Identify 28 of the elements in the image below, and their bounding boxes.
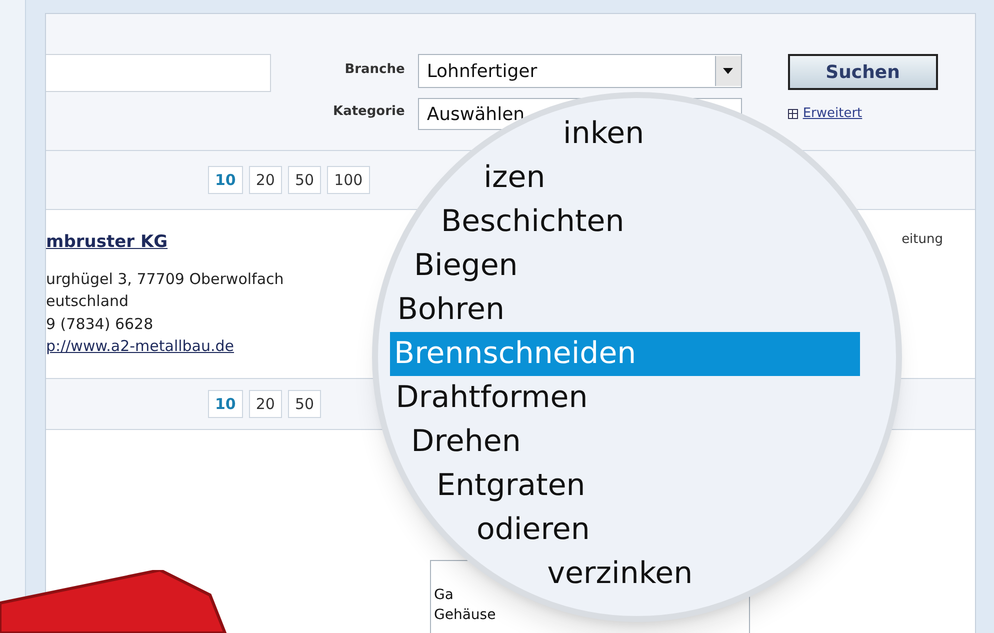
magnified-option[interactable]: verzinken — [543, 552, 697, 596]
magnified-option[interactable]: Entgraten — [432, 464, 590, 508]
dropdown[interactable]: Lohnfertiger — [418, 54, 742, 88]
search-field[interactable] — [46, 54, 271, 92]
page-size-button[interactable]: 20 — [248, 390, 282, 418]
caret-icon — [714, 56, 741, 86]
magnified-option[interactable]: Beschichten — [437, 200, 628, 244]
address-text: urghügel 3, 77709 Oberwolfach — [46, 268, 285, 290]
magnified-option[interactable]: Bohren — [393, 288, 508, 332]
page-size-button[interactable]: 50 — [288, 390, 322, 418]
table-cell-text: eitung — [902, 231, 943, 249]
phone-text: 9 (7834) 6628 — [46, 314, 154, 334]
page-size-button[interactable]: 50 — [288, 166, 322, 194]
expand-icon — [788, 108, 798, 119]
magnified-option[interactable]: odieren — [472, 508, 594, 552]
field-label: Branche — [344, 61, 405, 80]
magnified-option[interactable]: Drehen — [407, 420, 525, 464]
magnified-option[interactable]: Biegen — [410, 244, 522, 288]
country-text: eutschland — [46, 291, 130, 312]
page-size-button[interactable]: 100 — [327, 166, 370, 194]
page-size-button[interactable]: 10 — [208, 390, 243, 418]
page-size-button[interactable]: 10 — [208, 166, 243, 194]
page-size-button[interactable]: 20 — [248, 166, 282, 194]
field-label: Kategorie — [333, 103, 405, 122]
magnified-option[interactable]: Drahtformen — [392, 376, 592, 420]
magnified-option[interactable]: izen — [480, 156, 550, 200]
magnified-option[interactable]: inken — [559, 112, 648, 156]
search-button[interactable]: Suchen — [788, 54, 938, 90]
